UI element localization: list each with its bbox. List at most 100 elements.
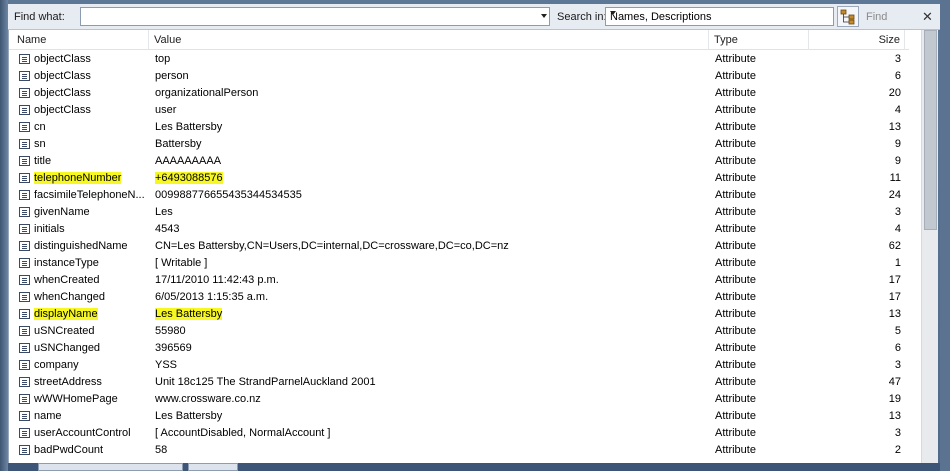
attribute-value: 55980 (155, 325, 186, 337)
attribute-size: 6 (894, 342, 901, 354)
table-row[interactable]: sn Battersby Attribute 9 (9, 136, 909, 153)
table-row[interactable]: telephoneNumber +6493088576 Attribute 11 (9, 170, 909, 187)
table-row[interactable]: whenChanged 6/05/2013 1:15:35 a.m. Attribu… (9, 289, 909, 306)
find-button[interactable]: Find (866, 11, 887, 23)
attribute-size: 5 (894, 325, 901, 337)
attribute-name: objectClass (34, 104, 91, 116)
attribute-name: facsimileTelephoneN... (34, 189, 145, 201)
attribute-value: YSS (155, 359, 178, 371)
table-row[interactable]: name Les Battersby Attribute 13 (9, 408, 909, 425)
column-header-size[interactable]: Size (809, 30, 905, 50)
attribute-name: title (34, 155, 52, 167)
attribute-type: Attribute (715, 70, 756, 82)
attribute-type: Attribute (715, 206, 756, 218)
table-row[interactable]: initials 4543 Attribute 4 (9, 221, 909, 238)
table-row[interactable]: displayName Les Battersby Attribute 13 (9, 306, 909, 323)
attribute-value: 396569 (155, 342, 192, 354)
column-header-value[interactable]: Value (149, 30, 709, 50)
highlighted-text: +6493088576 (155, 172, 223, 184)
attribute-size: 4 (894, 104, 901, 116)
attribute-name: telephoneNumber (34, 172, 149, 184)
tab-1[interactable] (38, 463, 183, 471)
table-row[interactable]: company YSS Attribute 3 (9, 357, 909, 374)
attribute-size: 3 (894, 359, 901, 371)
window-frame: Find what: Search in: Names, Description… (0, 0, 950, 471)
left-edge (0, 0, 8, 471)
scrollbar-thumb[interactable] (924, 30, 937, 230)
table-row[interactable]: objectClass organizationalPerson Attribute… (9, 85, 909, 102)
attribute-name: sn (34, 138, 46, 150)
chevron-down-icon[interactable] (541, 14, 547, 18)
hierarchy-button[interactable] (837, 6, 859, 27)
table-row[interactable]: badPwdCount 58 Attribute 2 (9, 442, 909, 459)
attribute-size: 13 (888, 308, 901, 320)
attribute-list: Name Value Type Size objectClass top Attri… (8, 30, 938, 471)
attribute-type: Attribute (715, 172, 756, 184)
find-toolbar: Find what: Search in: Names, Description… (8, 4, 940, 30)
search-in-dropdown[interactable]: Names, Descriptions (605, 7, 834, 26)
table-row[interactable]: wWWHomePage www.crossware.co.nz Attribute 1… (9, 391, 909, 408)
attribute-type: Attribute (715, 53, 756, 65)
find-what-input[interactable] (81, 8, 531, 25)
column-header-type[interactable]: Type (709, 30, 809, 50)
column-header-name[interactable]: Name (9, 30, 149, 50)
attribute-value: Les Battersby (155, 410, 223, 422)
attribute-icon (19, 241, 30, 251)
attribute-name: userAccountControl (34, 427, 131, 439)
table-row[interactable]: givenName Les Attribute 3 (9, 204, 909, 221)
attribute-type: Attribute (715, 121, 756, 133)
attribute-icon (19, 275, 30, 285)
table-row[interactable]: objectClass user Attribute 4 (9, 102, 909, 119)
table-row[interactable]: streetAddress Unit 18c125 The StrandParne… (9, 374, 909, 391)
attribute-type: Attribute (715, 359, 756, 371)
table-row[interactable]: uSNCreated 55980 Attribute 5 (9, 323, 909, 340)
attribute-type: Attribute (715, 291, 756, 303)
attribute-icon (19, 105, 30, 115)
attribute-value: top (155, 53, 171, 65)
attribute-size: 13 (888, 410, 901, 422)
attribute-name: givenName (34, 206, 90, 218)
find-what-label: Find what: (14, 11, 65, 23)
attribute-icon (19, 360, 30, 370)
attribute-value: +6493088576 (155, 172, 710, 184)
search-in-label: Search in: (557, 11, 607, 23)
attribute-size: 4 (894, 223, 901, 235)
attribute-type: Attribute (715, 240, 756, 252)
attribute-type: Attribute (715, 257, 756, 269)
vertical-scrollbar[interactable] (921, 30, 938, 471)
attribute-value: 4543 (155, 223, 180, 235)
attribute-icon (19, 54, 30, 64)
attribute-icon (19, 394, 30, 404)
attribute-size: 24 (888, 189, 901, 201)
table-row[interactable]: objectClass top Attribute 3 (9, 51, 909, 68)
chevron-down-icon[interactable] (610, 11, 616, 15)
table-row[interactable]: objectClass person Attribute 6 (9, 68, 909, 85)
attribute-icon (19, 445, 30, 455)
attribute-icon (19, 190, 30, 200)
attribute-size: 13 (888, 121, 901, 133)
tab-2[interactable] (188, 463, 238, 471)
table-row[interactable]: userAccountControl [ AccountDisabled, Nor… (9, 425, 909, 442)
attribute-icon (19, 258, 30, 268)
table-row[interactable]: distinguishedName CN=Les Battersby,CN=Use… (9, 238, 909, 255)
attribute-type: Attribute (715, 308, 756, 320)
table-row[interactable]: whenCreated 17/11/2010 11:42:43 p.m. Attri… (9, 272, 909, 289)
table-row[interactable]: facsimileTelephoneN... 009988776655435344… (9, 187, 909, 204)
attribute-size: 19 (888, 393, 901, 405)
highlighted-text: Les Battersby (155, 308, 223, 320)
attribute-type: Attribute (715, 325, 756, 337)
attribute-value: Les Battersby (155, 308, 710, 320)
find-what-combo[interactable] (80, 7, 550, 26)
attribute-name: objectClass (34, 70, 91, 82)
attribute-name: cn (34, 121, 46, 133)
table-row[interactable]: cn Les Battersby Attribute 13 (9, 119, 909, 136)
attribute-icon (19, 224, 30, 234)
attribute-value: 6/05/2013 1:15:35 a.m. (155, 291, 269, 303)
attribute-size: 47 (888, 376, 901, 388)
close-icon[interactable]: ✕ (922, 9, 933, 25)
table-row[interactable]: uSNChanged 396569 Attribute 6 (9, 340, 909, 357)
attribute-icon (19, 309, 30, 319)
table-row[interactable]: title AAAAAAAAA Attribute 9 (9, 153, 909, 170)
table-row[interactable]: instanceType [ Writable ] Attribute 1 (9, 255, 909, 272)
attribute-name: wWWHomePage (34, 393, 118, 405)
